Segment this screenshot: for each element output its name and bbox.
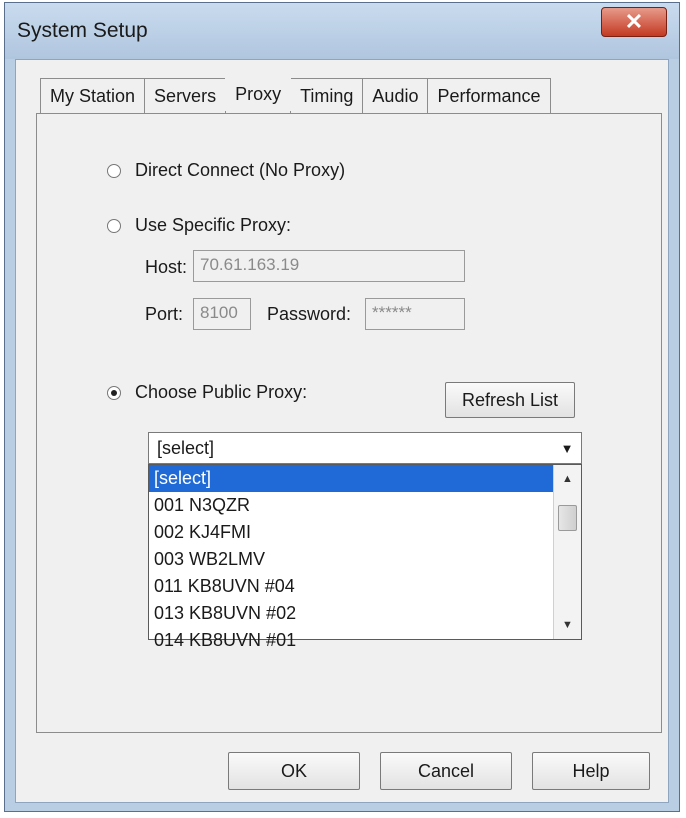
tab-performance[interactable]: Performance xyxy=(427,78,551,113)
proxy-list: [select] 001 N3QZR 002 KJ4FMI 003 WB2LMV… xyxy=(149,465,553,654)
tab-servers[interactable]: Servers xyxy=(144,78,227,113)
tab-audio[interactable]: Audio xyxy=(362,78,429,113)
close-icon: ✕ xyxy=(624,9,644,34)
tab-proxy[interactable]: Proxy xyxy=(225,76,292,111)
close-button[interactable]: ✕ xyxy=(601,7,667,37)
window-title: System Setup xyxy=(17,19,148,42)
proxy-dropdown-list[interactable]: [select] 001 N3QZR 002 KJ4FMI 003 WB2LMV… xyxy=(148,464,582,650)
radio-indicator xyxy=(107,163,121,178)
scrollbar-thumb[interactable] xyxy=(558,505,577,531)
dialog-client-area: My Station Servers Proxy Timing Audio Pe… xyxy=(15,59,669,803)
refresh-list-button[interactable]: Refresh List xyxy=(445,382,575,418)
tab-timing[interactable]: Timing xyxy=(290,78,364,113)
vertical-scrollbar[interactable]: ▲ ▼ xyxy=(553,465,581,639)
password-field[interactable]: ****** xyxy=(365,298,465,330)
list-item[interactable]: 014 KB8UVN #01 xyxy=(149,627,553,654)
combo-value: [select] xyxy=(157,438,215,458)
radio-indicator-checked xyxy=(107,385,121,400)
system-setup-window: System Setup ✕ My Station Servers Proxy … xyxy=(4,2,680,812)
password-label: Password: xyxy=(267,304,352,324)
help-button[interactable]: Help xyxy=(532,752,650,790)
port-field[interactable]: 8100 xyxy=(193,298,251,330)
scroll-down-icon[interactable]: ▼ xyxy=(554,613,581,637)
list-item[interactable]: 002 KJ4FMI xyxy=(149,519,553,546)
list-item[interactable]: 011 KB8UVN #04 xyxy=(149,573,553,600)
direct-connect-radio[interactable]: Direct Connect (No Proxy) xyxy=(107,160,345,181)
public-proxy-combo[interactable]: [select] ▼ xyxy=(148,432,582,464)
list-item[interactable]: 003 WB2LMV xyxy=(149,546,553,573)
specific-proxy-label: Use Specific Proxy: xyxy=(135,215,292,235)
host-label: Host: xyxy=(145,257,188,277)
direct-connect-label: Direct Connect (No Proxy) xyxy=(135,160,346,180)
host-field[interactable]: 70.61.163.19 xyxy=(193,250,465,282)
port-label: Port: xyxy=(145,304,184,324)
public-proxy-radio[interactable]: Choose Public Proxy: xyxy=(107,382,307,403)
public-proxy-label: Choose Public Proxy: xyxy=(135,382,308,402)
chevron-down-icon[interactable]: ▼ xyxy=(555,435,579,461)
radio-indicator xyxy=(107,218,121,233)
title-bar: System Setup ✕ xyxy=(5,3,679,59)
list-item[interactable]: 013 KB8UVN #02 xyxy=(149,600,553,627)
specific-proxy-radio[interactable]: Use Specific Proxy: xyxy=(107,215,291,236)
ok-button[interactable]: OK xyxy=(228,752,360,790)
scroll-up-icon[interactable]: ▲ xyxy=(554,467,581,491)
tab-strip: My Station Servers Proxy Timing Audio Pe… xyxy=(40,76,551,114)
cancel-button[interactable]: Cancel xyxy=(380,752,512,790)
tab-my-station[interactable]: My Station xyxy=(40,78,146,113)
list-item[interactable]: 001 N3QZR xyxy=(149,492,553,519)
list-item[interactable]: [select] xyxy=(149,465,553,492)
